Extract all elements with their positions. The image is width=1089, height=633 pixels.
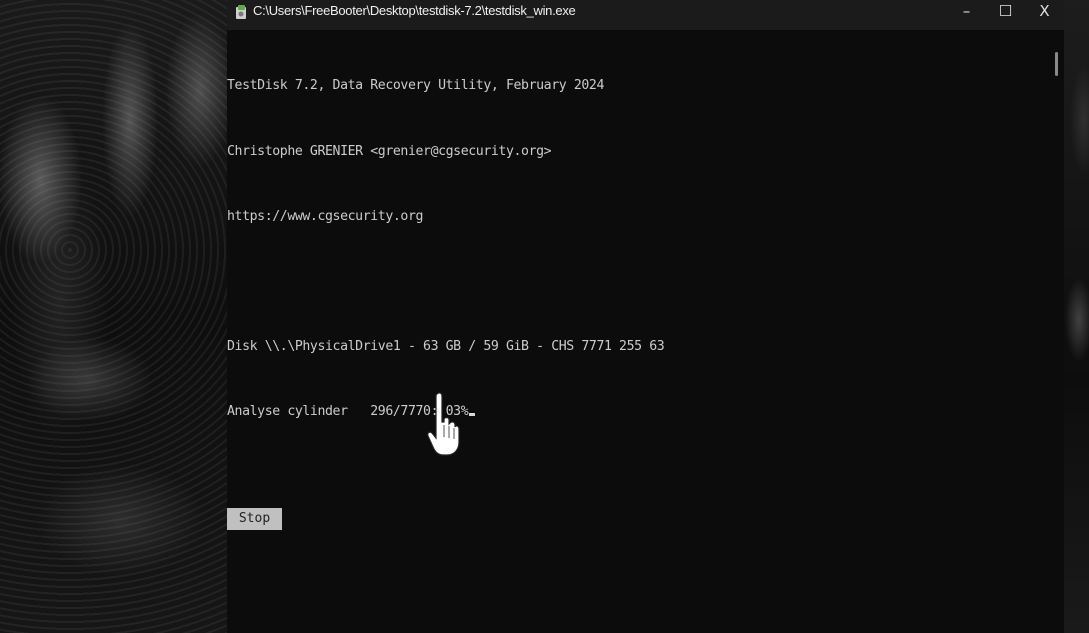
- console-output: TestDisk 7.2, Data Recovery Utility, Feb…: [227, 32, 1049, 633]
- stop-button[interactable]: Stop: [227, 508, 282, 530]
- window-title: C:\Users\FreeBooter\Desktop\testdisk-7.2…: [253, 3, 576, 18]
- console-line-disk: Disk \\.\PhysicalDrive1 - 63 GB / 59 GiB…: [227, 338, 665, 354]
- console-line-progress: Analyse cylinder 296/7770: 03%: [227, 401, 1049, 423]
- console-window: C:\Users\FreeBooter\Desktop\testdisk-7.2…: [227, 0, 1064, 633]
- scrollbar-thumb[interactable]: [1055, 52, 1058, 76]
- console-line-website: https://www.cgsecurity.org: [227, 208, 424, 224]
- vertical-scrollbar[interactable]: [1049, 30, 1064, 633]
- title-bar[interactable]: C:\Users\FreeBooter\Desktop\testdisk-7.2…: [227, 0, 1064, 30]
- minimize-icon: –: [962, 2, 971, 20]
- text-cursor: [469, 412, 476, 416]
- console-line-version: TestDisk 7.2, Data Recovery Utility, Feb…: [227, 78, 604, 94]
- desktop-wallpaper-right: [1064, 0, 1089, 633]
- close-icon: X: [1039, 2, 1050, 20]
- close-button[interactable]: X: [1025, 0, 1064, 22]
- maximize-button[interactable]: ☐: [986, 0, 1025, 22]
- minimize-button[interactable]: –: [947, 0, 986, 22]
- maximize-icon: ☐: [998, 2, 1013, 20]
- hand-pointer-icon: [427, 392, 460, 456]
- console-line-author: Christophe GRENIER <grenier@cgsecurity.o…: [227, 143, 552, 159]
- testdisk-app-icon: [236, 5, 246, 19]
